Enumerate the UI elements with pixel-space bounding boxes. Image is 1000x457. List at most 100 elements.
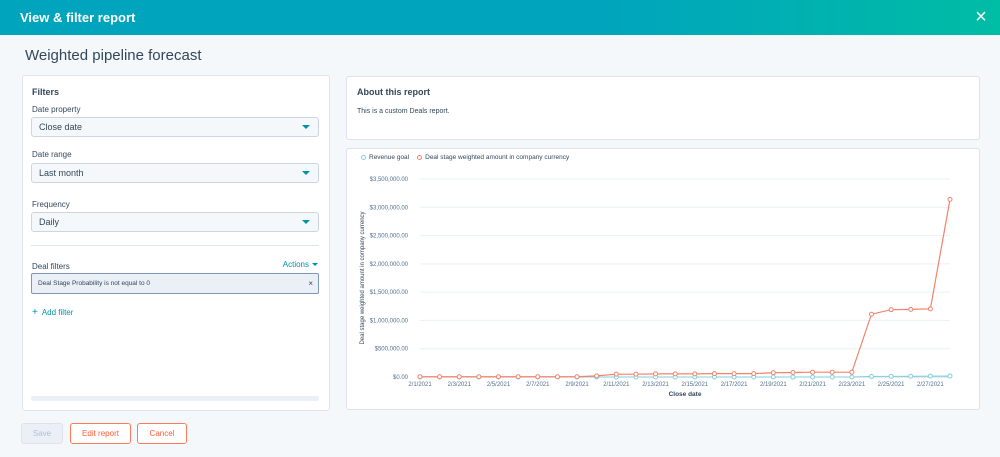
- line-chart: $0.00 $500,000.00 $1,000,000.00 $1,500,000.…: [360, 177, 953, 398]
- plus-icon: +: [32, 307, 38, 318]
- data-point-weighted-amount: [476, 374, 482, 380]
- y-tick-label: $500,000.00: [375, 347, 409, 353]
- edit-report-button[interactable]: Edit report: [70, 423, 131, 444]
- data-point-weighted-amount: [535, 374, 541, 380]
- data-point-revenue-goal: [770, 374, 776, 380]
- horizontal-scrollbar[interactable]: [31, 396, 319, 401]
- data-point-weighted-amount: [633, 371, 639, 377]
- data-point-revenue-goal: [908, 373, 914, 379]
- date-range-value: Last month: [39, 168, 84, 178]
- data-point-revenue-goal: [849, 374, 855, 380]
- data-point-weighted-amount: [947, 196, 953, 202]
- data-point-weighted-amount: [751, 371, 757, 377]
- y-tick-label: $2,000,000.00: [370, 262, 409, 268]
- remove-filter-icon[interactable]: ×: [308, 274, 313, 293]
- series-line-weighted-amount: [420, 199, 951, 378]
- chevron-down-icon: [302, 220, 310, 224]
- data-point-revenue-goal: [790, 374, 796, 380]
- data-point-weighted-amount: [515, 374, 521, 380]
- data-point-weighted-amount: [574, 374, 580, 380]
- filters-panel: Filters Date property Close date Date ra…: [22, 75, 330, 411]
- y-tick-label: $3,000,000.00: [370, 205, 409, 211]
- x-tick-label: 2/7/2021: [526, 382, 550, 388]
- about-panel: About this report This is a custom Deals…: [346, 76, 980, 140]
- x-tick-label: 2/1/2021: [408, 382, 432, 388]
- x-tick-label: 2/5/2021: [487, 382, 511, 388]
- data-point-weighted-amount: [672, 371, 678, 377]
- y-tick-label: $3,500,000.00: [370, 177, 409, 183]
- deal-filters-label: Deal filters: [32, 262, 70, 271]
- data-point-weighted-amount: [790, 369, 796, 375]
- chevron-down-icon: [302, 125, 310, 129]
- chevron-down-icon: [302, 171, 310, 175]
- actions-label: Actions: [282, 260, 309, 269]
- data-point-weighted-amount: [770, 370, 776, 376]
- modal-title: View & filter report: [20, 10, 136, 25]
- frequency-label: Frequency: [32, 200, 70, 209]
- data-point-weighted-amount: [613, 371, 619, 377]
- y-tick-label: $1,500,000.00: [370, 290, 409, 296]
- data-point-weighted-amount: [731, 371, 737, 377]
- add-filter-label: Add filter: [41, 308, 74, 317]
- x-tick-label: 2/13/2021: [642, 382, 669, 388]
- y-axis-title: Deal stage weighted amount in company cu…: [360, 211, 366, 344]
- data-point-weighted-amount: [692, 371, 698, 377]
- data-point-revenue-goal: [927, 373, 933, 379]
- data-point-revenue-goal: [868, 373, 874, 379]
- data-point-weighted-amount: [417, 374, 423, 380]
- x-tick-label: 2/17/2021: [721, 382, 748, 388]
- y-tick-label: $1,000,000.00: [370, 318, 409, 324]
- date-property-value: Close date: [39, 122, 83, 132]
- caret-down-icon: [312, 263, 318, 267]
- frequency-value: Daily: [39, 217, 60, 227]
- data-point-revenue-goal: [888, 373, 894, 379]
- data-point-weighted-amount: [927, 306, 933, 312]
- data-point-revenue-goal: [947, 373, 953, 379]
- deal-filter-chip[interactable]: Deal Stage Probability is not equal to 0…: [31, 273, 319, 294]
- data-point-weighted-amount: [868, 311, 874, 317]
- x-tick-label: 2/9/2021: [565, 382, 589, 388]
- data-point-weighted-amount: [653, 371, 659, 377]
- filters-heading: Filters: [32, 87, 60, 97]
- y-tick-label: $2,500,000.00: [370, 234, 409, 240]
- close-icon[interactable]: ×: [970, 6, 992, 28]
- deal-filter-text: Deal Stage Probability is not equal to 0: [38, 280, 151, 287]
- x-tick-label: 2/11/2021: [603, 382, 630, 388]
- save-button[interactable]: Save: [21, 423, 63, 444]
- x-tick-label: 2/27/2021: [917, 382, 944, 388]
- frequency-select[interactable]: Daily: [31, 212, 319, 232]
- date-range-select[interactable]: Last month: [31, 163, 319, 183]
- data-point-weighted-amount: [437, 374, 443, 380]
- data-point-revenue-goal: [829, 374, 835, 380]
- x-tick-label: 2/19/2021: [760, 382, 787, 388]
- date-property-label: Date property: [32, 105, 81, 114]
- cancel-button[interactable]: Cancel: [137, 423, 187, 444]
- actions-dropdown[interactable]: Actions: [283, 260, 318, 269]
- y-tick-label: $0.00: [393, 375, 409, 381]
- chart-panel: Revenue goal Deal stage weighted amount …: [346, 148, 980, 410]
- data-point-weighted-amount: [496, 374, 502, 380]
- data-point-revenue-goal: [810, 374, 816, 380]
- x-tick-label: 2/15/2021: [681, 382, 708, 388]
- about-title: About this report: [357, 87, 430, 97]
- data-point-weighted-amount: [888, 307, 894, 313]
- data-point-weighted-amount: [456, 374, 462, 380]
- data-point-weighted-amount: [829, 369, 835, 375]
- data-point-weighted-amount: [810, 369, 816, 375]
- x-tick-label: 2/3/2021: [448, 382, 472, 388]
- data-point-weighted-amount: [594, 373, 600, 379]
- x-tick-label: 2/23/2021: [839, 382, 866, 388]
- modal-header: View & filter report ×: [0, 0, 1000, 35]
- data-point-weighted-amount: [554, 374, 560, 380]
- add-filter-button[interactable]: + Add filter: [32, 307, 73, 318]
- data-point-weighted-amount: [711, 371, 717, 377]
- date-range-label: Date range: [32, 150, 72, 159]
- date-property-select[interactable]: Close date: [31, 117, 319, 137]
- divider: [31, 245, 319, 246]
- data-point-weighted-amount: [849, 369, 855, 375]
- x-tick-label: 2/21/2021: [799, 382, 826, 388]
- page-title: Weighted pipeline forecast: [25, 47, 202, 64]
- data-point-weighted-amount: [908, 306, 914, 312]
- x-tick-label: 2/25/2021: [878, 382, 905, 388]
- about-text: This is a custom Deals report.: [357, 108, 450, 115]
